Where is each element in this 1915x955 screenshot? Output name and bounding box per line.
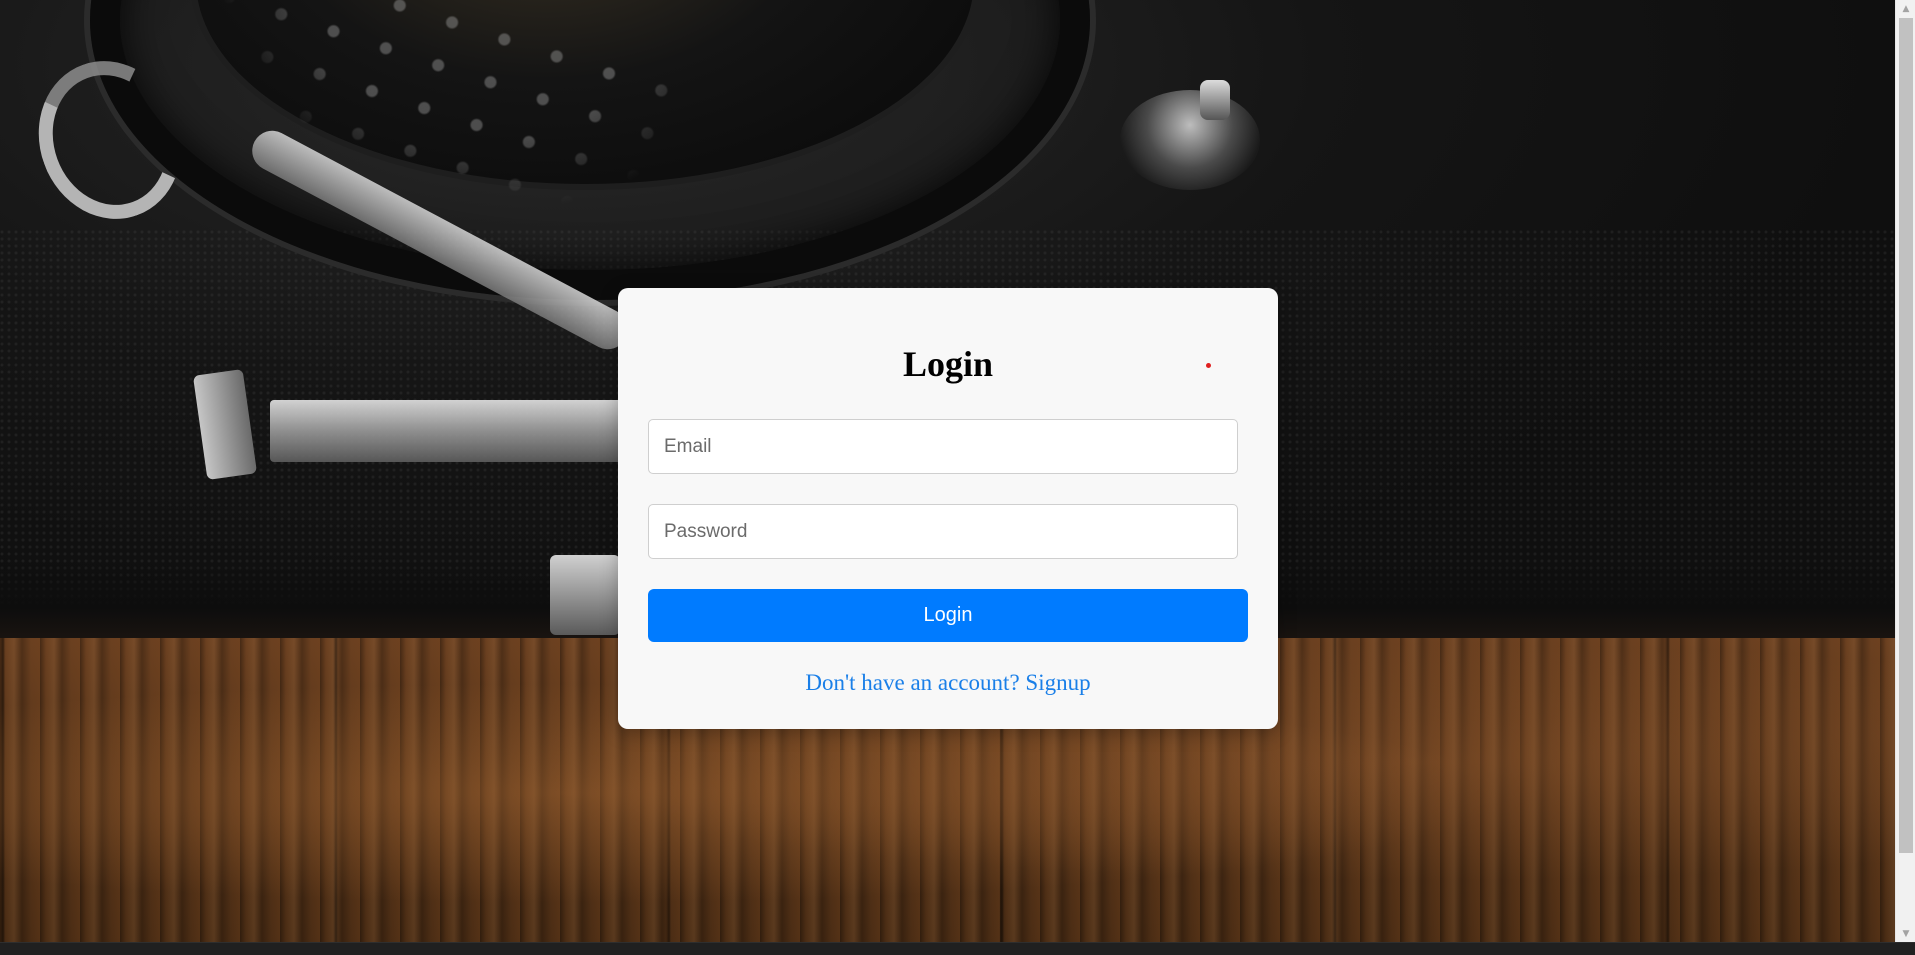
vertical-scrollbar[interactable]: ▲ ▼ <box>1895 0 1915 942</box>
signup-link[interactable]: Don't have an account? Signup <box>618 671 1278 694</box>
scrollbar-thumb[interactable] <box>1899 18 1913 853</box>
login-title: Login <box>902 344 994 384</box>
camera-bottom-chrome <box>550 555 620 635</box>
chrome-plate <box>270 400 630 462</box>
email-input[interactable] <box>648 419 1238 474</box>
indicator-dot <box>1206 363 1211 368</box>
login-button[interactable]: Login <box>648 589 1248 642</box>
scroll-down-arrow-icon[interactable]: ▼ <box>1896 925 1915 942</box>
scroll-up-arrow-icon[interactable]: ▲ <box>1896 0 1915 17</box>
login-card: Login Login Don't have an account? Signu… <box>618 288 1278 729</box>
password-input[interactable] <box>648 504 1238 559</box>
taskbar <box>0 942 1915 955</box>
camera-knob-top <box>1200 80 1230 120</box>
camera-knob <box>1120 90 1260 190</box>
